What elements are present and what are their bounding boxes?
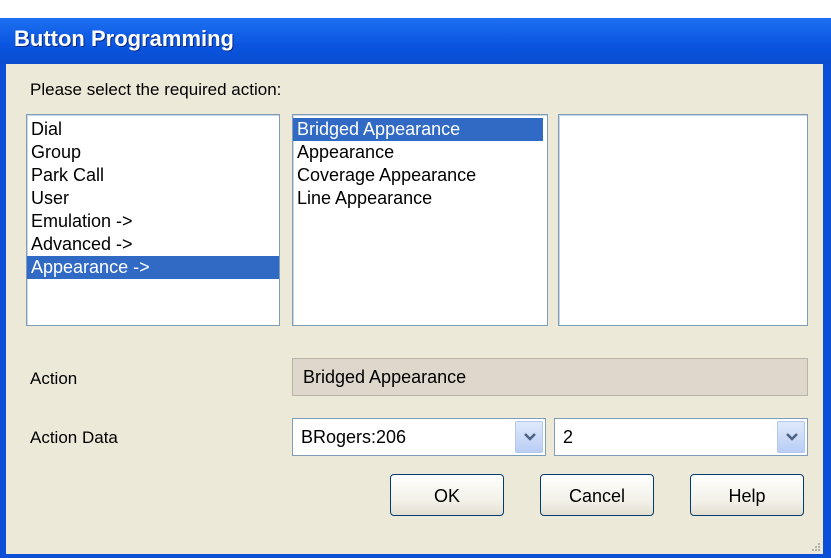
action-item-line-appearance[interactable]: Line Appearance	[293, 187, 547, 210]
subaction-listbox[interactable]	[558, 114, 808, 326]
category-item-user[interactable]: User	[27, 187, 279, 210]
title-bar[interactable]: Button Programming	[0, 18, 831, 64]
ok-button[interactable]: OK	[390, 474, 504, 516]
category-item-dial[interactable]: Dial	[27, 118, 279, 141]
select-action-prompt: Please select the required action:	[30, 80, 282, 99]
action-data-label: Action Data	[30, 428, 118, 447]
category-item-advanced[interactable]: Advanced ->	[27, 233, 279, 256]
action-item-coverage-appearance[interactable]: Coverage Appearance	[293, 164, 547, 187]
action-label: Action	[30, 369, 78, 388]
action-data-user-dropdown-button[interactable]	[515, 421, 543, 453]
action-data-index-dropdown-button[interactable]	[777, 421, 805, 453]
action-data-index-value: 2	[563, 427, 574, 447]
action-data-user-combo[interactable]: BRogers:206	[292, 418, 546, 456]
help-button[interactable]: Help	[690, 474, 804, 516]
action-field: Bridged Appearance	[292, 358, 808, 396]
resize-grip-icon[interactable]	[811, 542, 821, 552]
category-item-emulation[interactable]: Emulation ->	[27, 210, 279, 233]
dialog-client-area: Please select the required action: Dial …	[6, 64, 823, 554]
action-data-index-combo[interactable]: 2	[554, 418, 808, 456]
action-data-user-value: BRogers:206	[301, 427, 407, 447]
button-programming-window: Button Programming Please select the req…	[0, 0, 831, 558]
category-item-group[interactable]: Group	[27, 141, 279, 164]
top-strip	[0, 0, 831, 18]
action-listbox[interactable]: Bridged Appearance Appearance Coverage A…	[292, 114, 548, 326]
cancel-button[interactable]: Cancel	[540, 474, 654, 516]
window-title: Button Programming	[14, 26, 234, 51]
chevron-down-icon	[786, 433, 798, 441]
chevron-down-icon	[524, 433, 536, 441]
category-item-appearance[interactable]: Appearance ->	[27, 256, 279, 279]
category-item-park-call[interactable]: Park Call	[27, 164, 279, 187]
action-item-appearance[interactable]: Appearance	[293, 141, 547, 164]
category-listbox[interactable]: Dial Group Park Call User Emulation -> A…	[26, 114, 280, 326]
action-item-bridged-appearance[interactable]: Bridged Appearance	[293, 118, 543, 141]
